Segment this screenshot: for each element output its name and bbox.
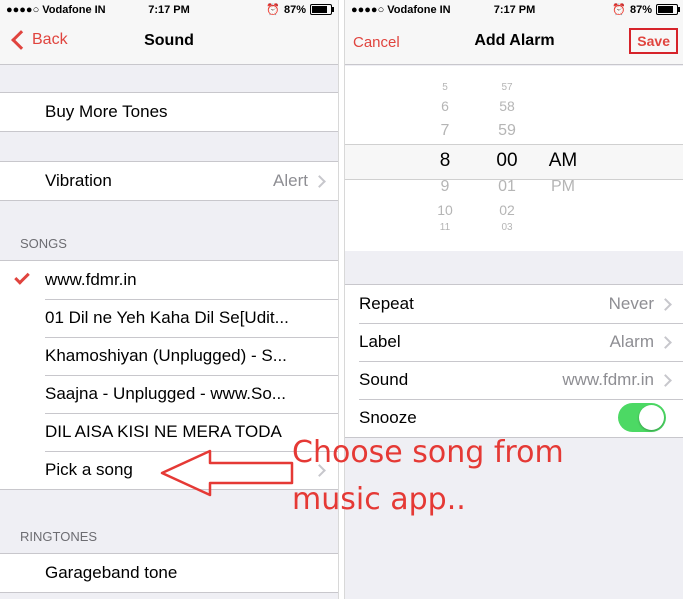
picker-hour-selected[interactable]: 8 bbox=[430, 150, 460, 172]
vibration-label: Vibration bbox=[45, 171, 112, 190]
picker-minute[interactable]: 01 bbox=[489, 178, 525, 196]
chevron-right-icon bbox=[659, 374, 672, 387]
ringtone-row[interactable]: Garageband tone bbox=[0, 554, 338, 592]
sound-value: www.fdmr.in bbox=[562, 370, 654, 389]
label-row[interactable]: Label Alarm bbox=[345, 323, 683, 361]
repeat-row[interactable]: Repeat Never bbox=[345, 285, 683, 323]
song-row[interactable]: 01 Dil ne Yeh Kaha Dil Se[Udit... bbox=[0, 299, 338, 337]
annotation-line-1: Choose song from bbox=[292, 435, 564, 470]
status-bar: ●●●●○ Vodafone IN 7:17 PM ⏰ 87% bbox=[0, 0, 338, 20]
vibration-row[interactable]: Vibration Alert bbox=[0, 162, 338, 200]
battery-icon bbox=[310, 4, 334, 15]
buy-more-tones-label: Buy More Tones bbox=[45, 102, 168, 121]
status-bar: ●●●●○ Vodafone IN 7:17 PM ⏰ 87% bbox=[345, 0, 683, 20]
picker-minute[interactable]: 03 bbox=[489, 222, 525, 233]
vibration-group: Vibration Alert bbox=[0, 161, 338, 201]
navigation-bar: Cancel Add Alarm Save bbox=[345, 20, 683, 65]
sound-settings-screen: ●●●●○ Vodafone IN 7:17 PM ⏰ 87% Back Sou… bbox=[0, 0, 339, 599]
battery-percent: 87% bbox=[629, 3, 652, 16]
repeat-label: Repeat bbox=[359, 294, 414, 313]
snooze-row: Snooze bbox=[345, 399, 683, 437]
picker-hour[interactable]: 9 bbox=[430, 178, 460, 196]
picker-hour[interactable]: 7 bbox=[430, 122, 460, 140]
picker-hour[interactable]: 5 bbox=[430, 82, 460, 93]
snooze-label: Snooze bbox=[359, 408, 417, 427]
alarm-clock-icon: ⏰ bbox=[266, 4, 280, 16]
chevron-right-icon bbox=[313, 175, 326, 188]
picker-minute[interactable]: 02 bbox=[489, 202, 525, 218]
sound-label: Sound bbox=[359, 370, 409, 389]
picker-minute[interactable]: 59 bbox=[489, 122, 525, 140]
chevron-right-icon bbox=[659, 298, 672, 311]
pick-a-song-label: Pick a song bbox=[45, 460, 133, 479]
buy-more-tones-row[interactable]: Buy More Tones bbox=[0, 93, 338, 131]
picker-minute[interactable]: 57 bbox=[489, 82, 525, 93]
toggle-knob bbox=[639, 405, 664, 430]
song-title: www.fdmr.in bbox=[45, 270, 137, 289]
ringtones-section-header: RINGTONES bbox=[20, 529, 98, 544]
battery-percent: 87% bbox=[283, 3, 306, 16]
picker-minute[interactable]: 58 bbox=[489, 98, 525, 114]
alarm-options-list: Repeat Never Label Alarm Sound www.fdmr.… bbox=[345, 284, 683, 438]
song-title: Khamoshiyan (Unplugged) - S... bbox=[45, 346, 287, 365]
buy-tones-group: Buy More Tones bbox=[0, 92, 338, 132]
page-title: Sound bbox=[144, 32, 194, 49]
sound-row[interactable]: Sound www.fdmr.in bbox=[345, 361, 683, 399]
picker-minute-selected[interactable]: 00 bbox=[489, 150, 525, 172]
picker-hour[interactable]: 6 bbox=[430, 98, 460, 114]
label-label: Label bbox=[359, 332, 401, 351]
checkmark-icon bbox=[14, 269, 30, 285]
arrow-annotation-icon bbox=[160, 449, 294, 497]
picker-ampm-selected[interactable]: AM bbox=[543, 150, 583, 172]
time-picker[interactable]: 5 6 7 8 9 10 11 57 58 59 00 01 02 03 AM … bbox=[345, 66, 683, 251]
label-value: Alarm bbox=[609, 332, 654, 351]
picker-hour[interactable]: 10 bbox=[430, 202, 460, 218]
song-title: Saajna - Unplugged - www.So... bbox=[45, 384, 286, 403]
annotation-line-2: music app.. bbox=[292, 482, 466, 517]
picker-hour[interactable]: 11 bbox=[430, 222, 460, 233]
ringtones-list: Garageband tone bbox=[0, 553, 338, 593]
repeat-value: Never bbox=[608, 294, 654, 313]
song-row[interactable]: Saajna - Unplugged - www.So... bbox=[0, 375, 338, 413]
picker-ampm[interactable]: PM bbox=[543, 178, 583, 196]
navigation-bar: Back Sound bbox=[0, 20, 338, 65]
song-title: DIL AISA KISI NE MERA TODA bbox=[45, 422, 282, 441]
song-row[interactable]: www.fdmr.in bbox=[0, 261, 338, 299]
alarm-clock-icon: ⏰ bbox=[612, 4, 626, 16]
vibration-value: Alert bbox=[273, 171, 308, 190]
song-row[interactable]: Khamoshiyan (Unplugged) - S... bbox=[0, 337, 338, 375]
song-title: 01 Dil ne Yeh Kaha Dil Se[Udit... bbox=[45, 308, 289, 327]
save-button[interactable]: Save bbox=[629, 28, 678, 54]
battery-icon bbox=[656, 4, 680, 15]
snooze-toggle[interactable] bbox=[618, 403, 666, 432]
ringtone-title: Garageband tone bbox=[45, 563, 178, 582]
songs-section-header: SONGS bbox=[20, 236, 67, 251]
chevron-right-icon bbox=[659, 336, 672, 349]
